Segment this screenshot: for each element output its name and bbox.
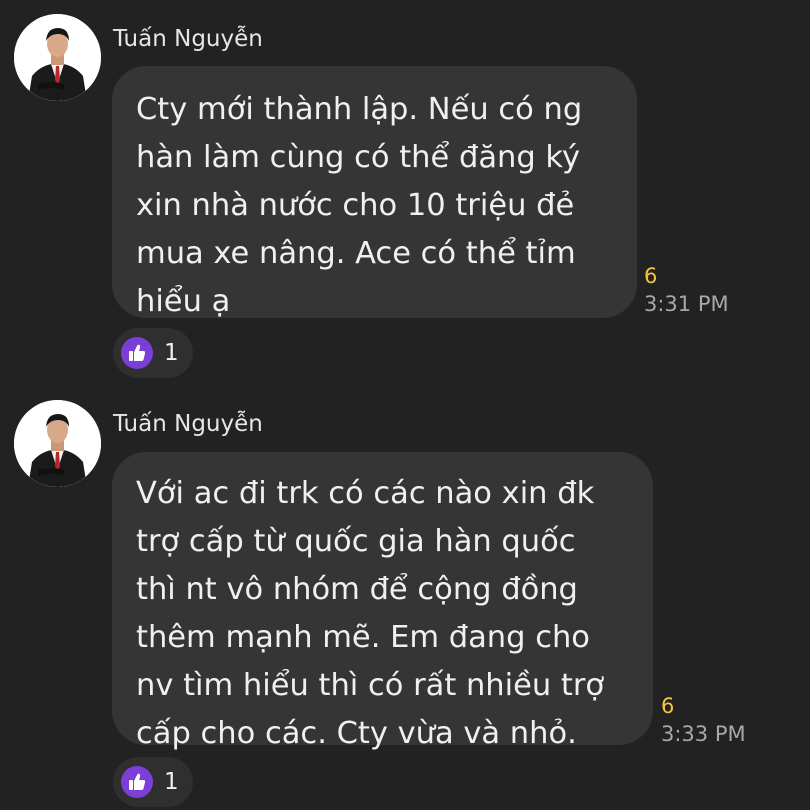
avatar-image: [14, 14, 101, 101]
message-text-line: nv tìm hiểu thì có rất nhiều trợ: [136, 668, 605, 703]
reaction-count: 1: [164, 769, 179, 795]
reaction-badge[interactable]: 1: [113, 757, 193, 807]
message-text-line: Với ac đi trk có các nào xin đk: [136, 476, 595, 511]
thumbs-up-icon: [121, 337, 153, 369]
message-bubble[interactable]: Cty mới thành lập. Nếu có ng hàn làm cùn…: [112, 66, 637, 319]
message-text-line: hiểu ạ: [136, 284, 231, 319]
message-text-line: trợ cấp từ quốc gia hàn quốc: [136, 524, 576, 559]
message-bubble[interactable]: Với ac đi trk có các nào xin đk trợ cấp …: [112, 452, 653, 751]
message-time: 3:31 PM: [644, 292, 729, 316]
unread-count: 6: [644, 264, 658, 288]
message-text-line: cấp cho các. Cty vừa và nhỏ.: [136, 716, 577, 751]
message-text-line: thêm mạnh mẽ. Em đang cho: [136, 620, 590, 655]
chat-conversation: Tuấn Nguyễn Cty mới thành lập. Nếu có ng…: [0, 0, 810, 810]
avatar-image: [14, 400, 101, 487]
message-text-line: hàn làm cùng có thể đăng ký: [136, 140, 581, 175]
unread-count: 6: [661, 694, 675, 718]
thumbs-up-icon: [121, 766, 153, 798]
sender-name[interactable]: Tuấn Nguyễn: [113, 409, 263, 439]
message-meta: 6 3:33 PM: [661, 692, 746, 748]
reaction-badge[interactable]: 1: [113, 328, 193, 378]
message-meta: 6 3:31 PM: [644, 262, 729, 318]
sender-name[interactable]: Tuấn Nguyễn: [113, 24, 263, 54]
sender-avatar[interactable]: [14, 400, 101, 487]
message-text-line: mua xe nâng. Ace có thể tỉm: [136, 236, 576, 271]
sender-avatar[interactable]: [14, 14, 101, 101]
message-time: 3:33 PM: [661, 722, 746, 746]
message-text-line: thì nt vô nhóm để cộng đồng: [136, 572, 578, 607]
message-text-line: xin nhà nước cho 10 triệu đẻ: [136, 188, 575, 223]
message-text-line: Cty mới thành lập. Nếu có ng: [136, 92, 583, 127]
reaction-count: 1: [164, 340, 179, 366]
